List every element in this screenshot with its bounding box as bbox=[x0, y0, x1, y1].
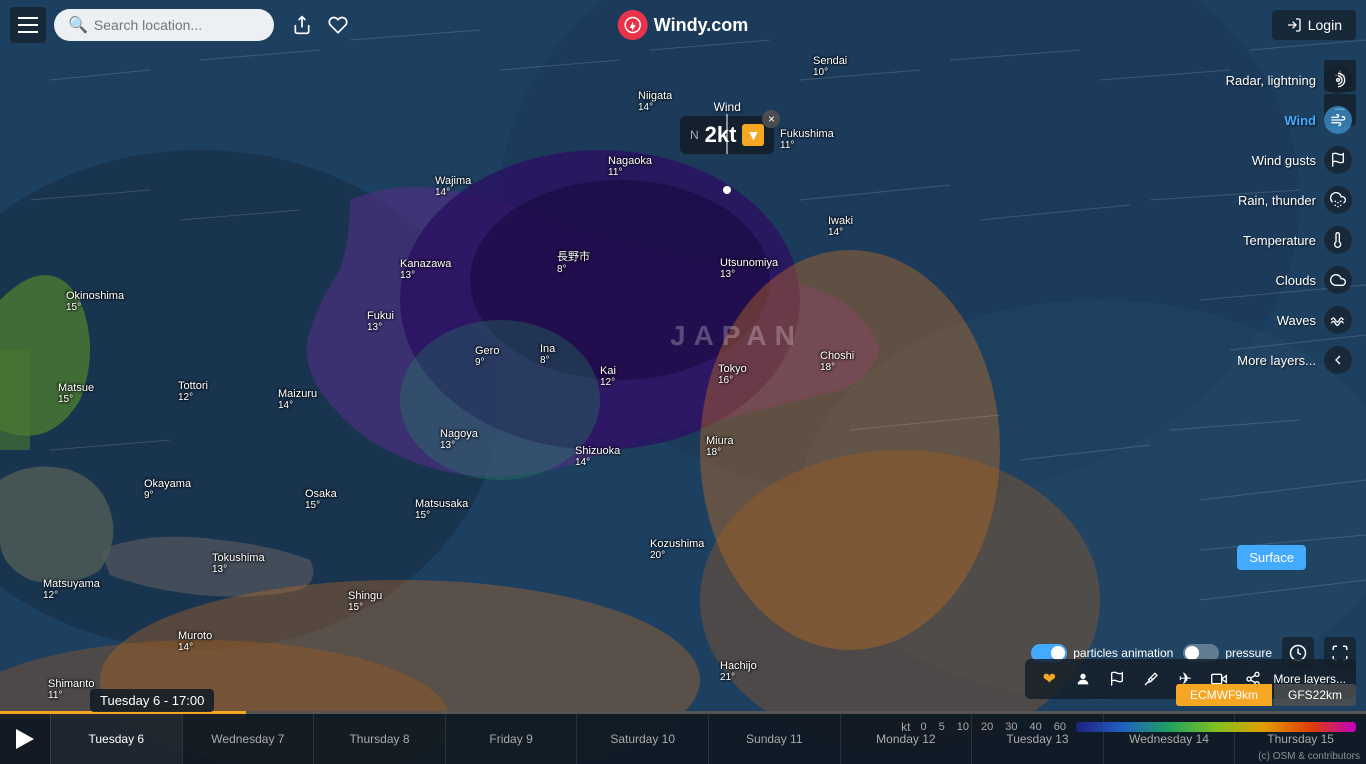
layer-radar-label: Radar, lightning bbox=[1226, 73, 1316, 88]
layer-wind-gusts-icon bbox=[1324, 146, 1352, 174]
speed-0: 0 bbox=[921, 721, 927, 733]
timeline-day[interactable]: Tuesday 6 bbox=[50, 714, 182, 764]
layer-waves[interactable]: Waves bbox=[1176, 300, 1356, 340]
timeline-day[interactable]: Sunday 11 bbox=[708, 714, 840, 764]
speed-10: 10 bbox=[957, 721, 969, 733]
layer-wind-icon bbox=[1324, 106, 1352, 134]
model-gfs-button[interactable]: GFS22km bbox=[1274, 684, 1356, 706]
logo-text: Windy.com bbox=[654, 15, 749, 36]
wind-dropdown-button[interactable]: ▼ bbox=[742, 124, 764, 146]
model-ecmwf-button[interactable]: ECMWF9km bbox=[1176, 684, 1272, 706]
layer-clouds-label: Clouds bbox=[1276, 273, 1316, 288]
layer-waves-label: Waves bbox=[1277, 313, 1316, 328]
timeline-day[interactable]: Saturday 10 bbox=[576, 714, 708, 764]
layer-rain-label: Rain, thunder bbox=[1238, 193, 1316, 208]
layer-wind-gusts-label: Wind gusts bbox=[1252, 153, 1316, 168]
layer-clouds-icon bbox=[1324, 266, 1352, 294]
wind-popup-label: Wind bbox=[680, 100, 774, 114]
speed-color-bar bbox=[1076, 722, 1356, 732]
copyright: (c) OSM & contributors bbox=[1252, 749, 1366, 764]
layer-temperature-label: Temperature bbox=[1243, 233, 1316, 248]
layer-temperature-icon bbox=[1324, 226, 1352, 254]
bottom-person-icon[interactable] bbox=[1069, 665, 1097, 693]
bottom-favorite-icon[interactable]: ❤ bbox=[1035, 665, 1063, 693]
more-layers-item[interactable]: More layers... bbox=[1176, 340, 1356, 380]
layer-clouds[interactable]: Clouds bbox=[1176, 260, 1356, 300]
speed-40: 40 bbox=[1030, 721, 1042, 733]
wind-popup: Wind N 2kt ▼ × bbox=[680, 100, 774, 154]
speed-60: 60 bbox=[1054, 721, 1066, 733]
surface-button[interactable]: Surface bbox=[1237, 545, 1306, 570]
more-layers-label: More layers... bbox=[1237, 353, 1316, 368]
layer-rain-icon bbox=[1324, 186, 1352, 214]
timeline-day[interactable]: Thursday 8 bbox=[313, 714, 445, 764]
time-display: Tuesday 6 - 17:00 bbox=[90, 689, 214, 712]
logo-icon bbox=[618, 10, 648, 40]
svg-text:JAPAN: JAPAN bbox=[670, 320, 803, 351]
topbar: 🔍 Windy.com Login bbox=[0, 0, 1366, 50]
more-layers-icon bbox=[1324, 346, 1352, 374]
speed-5: 5 bbox=[939, 721, 945, 733]
share-button[interactable] bbox=[284, 7, 320, 43]
particles-toggle-knob bbox=[1051, 646, 1065, 660]
favorite-button[interactable] bbox=[320, 7, 356, 43]
speed-labels: 0 5 10 20 30 40 60 bbox=[921, 721, 1067, 733]
bottom-flag-icon[interactable] bbox=[1103, 665, 1131, 693]
particles-label: particles animation bbox=[1073, 646, 1173, 660]
logo: Windy.com bbox=[618, 10, 749, 40]
timeline-day[interactable]: Friday 9 bbox=[445, 714, 577, 764]
pressure-label: pressure bbox=[1225, 646, 1272, 660]
pressure-toggle-knob bbox=[1185, 646, 1199, 660]
speed-unit: kt bbox=[901, 720, 910, 734]
layer-wind[interactable]: Wind bbox=[1176, 100, 1356, 140]
speed-bar: kt 0 5 10 20 30 40 60 bbox=[901, 720, 1356, 734]
wind-popup-box: N 2kt ▼ × bbox=[680, 116, 774, 154]
layer-temperature[interactable]: Temperature bbox=[1176, 220, 1356, 260]
wind-speed: 2kt bbox=[705, 122, 737, 148]
search-icon: 🔍 bbox=[68, 15, 88, 35]
layer-wind-gusts[interactable]: Wind gusts bbox=[1176, 140, 1356, 180]
layers-panel: Radar, lightning Wind Wind gusts Rain, t… bbox=[1166, 50, 1366, 390]
speed-20: 20 bbox=[981, 721, 993, 733]
login-button[interactable]: Login bbox=[1272, 10, 1356, 40]
bottom-ruler-icon[interactable] bbox=[1137, 665, 1165, 693]
menu-button[interactable] bbox=[10, 7, 46, 43]
play-button[interactable] bbox=[0, 714, 50, 764]
search-input[interactable] bbox=[94, 17, 260, 33]
speed-30: 30 bbox=[1005, 721, 1017, 733]
layer-wind-label: Wind bbox=[1284, 113, 1316, 128]
play-icon bbox=[16, 729, 34, 749]
layer-waves-icon bbox=[1324, 306, 1352, 334]
wind-direction: N bbox=[690, 128, 699, 142]
layer-radar-icon bbox=[1324, 66, 1352, 94]
timeline-day[interactable]: Wednesday 7 bbox=[182, 714, 314, 764]
search-box[interactable]: 🔍 bbox=[54, 9, 274, 41]
model-bar: ECMWF9km GFS22km bbox=[1176, 684, 1356, 706]
layer-radar[interactable]: Radar, lightning bbox=[1176, 60, 1356, 100]
wind-dot bbox=[723, 186, 731, 194]
wind-line bbox=[727, 114, 728, 154]
login-label: Login bbox=[1308, 17, 1342, 33]
layer-rain[interactable]: Rain, thunder bbox=[1176, 180, 1356, 220]
